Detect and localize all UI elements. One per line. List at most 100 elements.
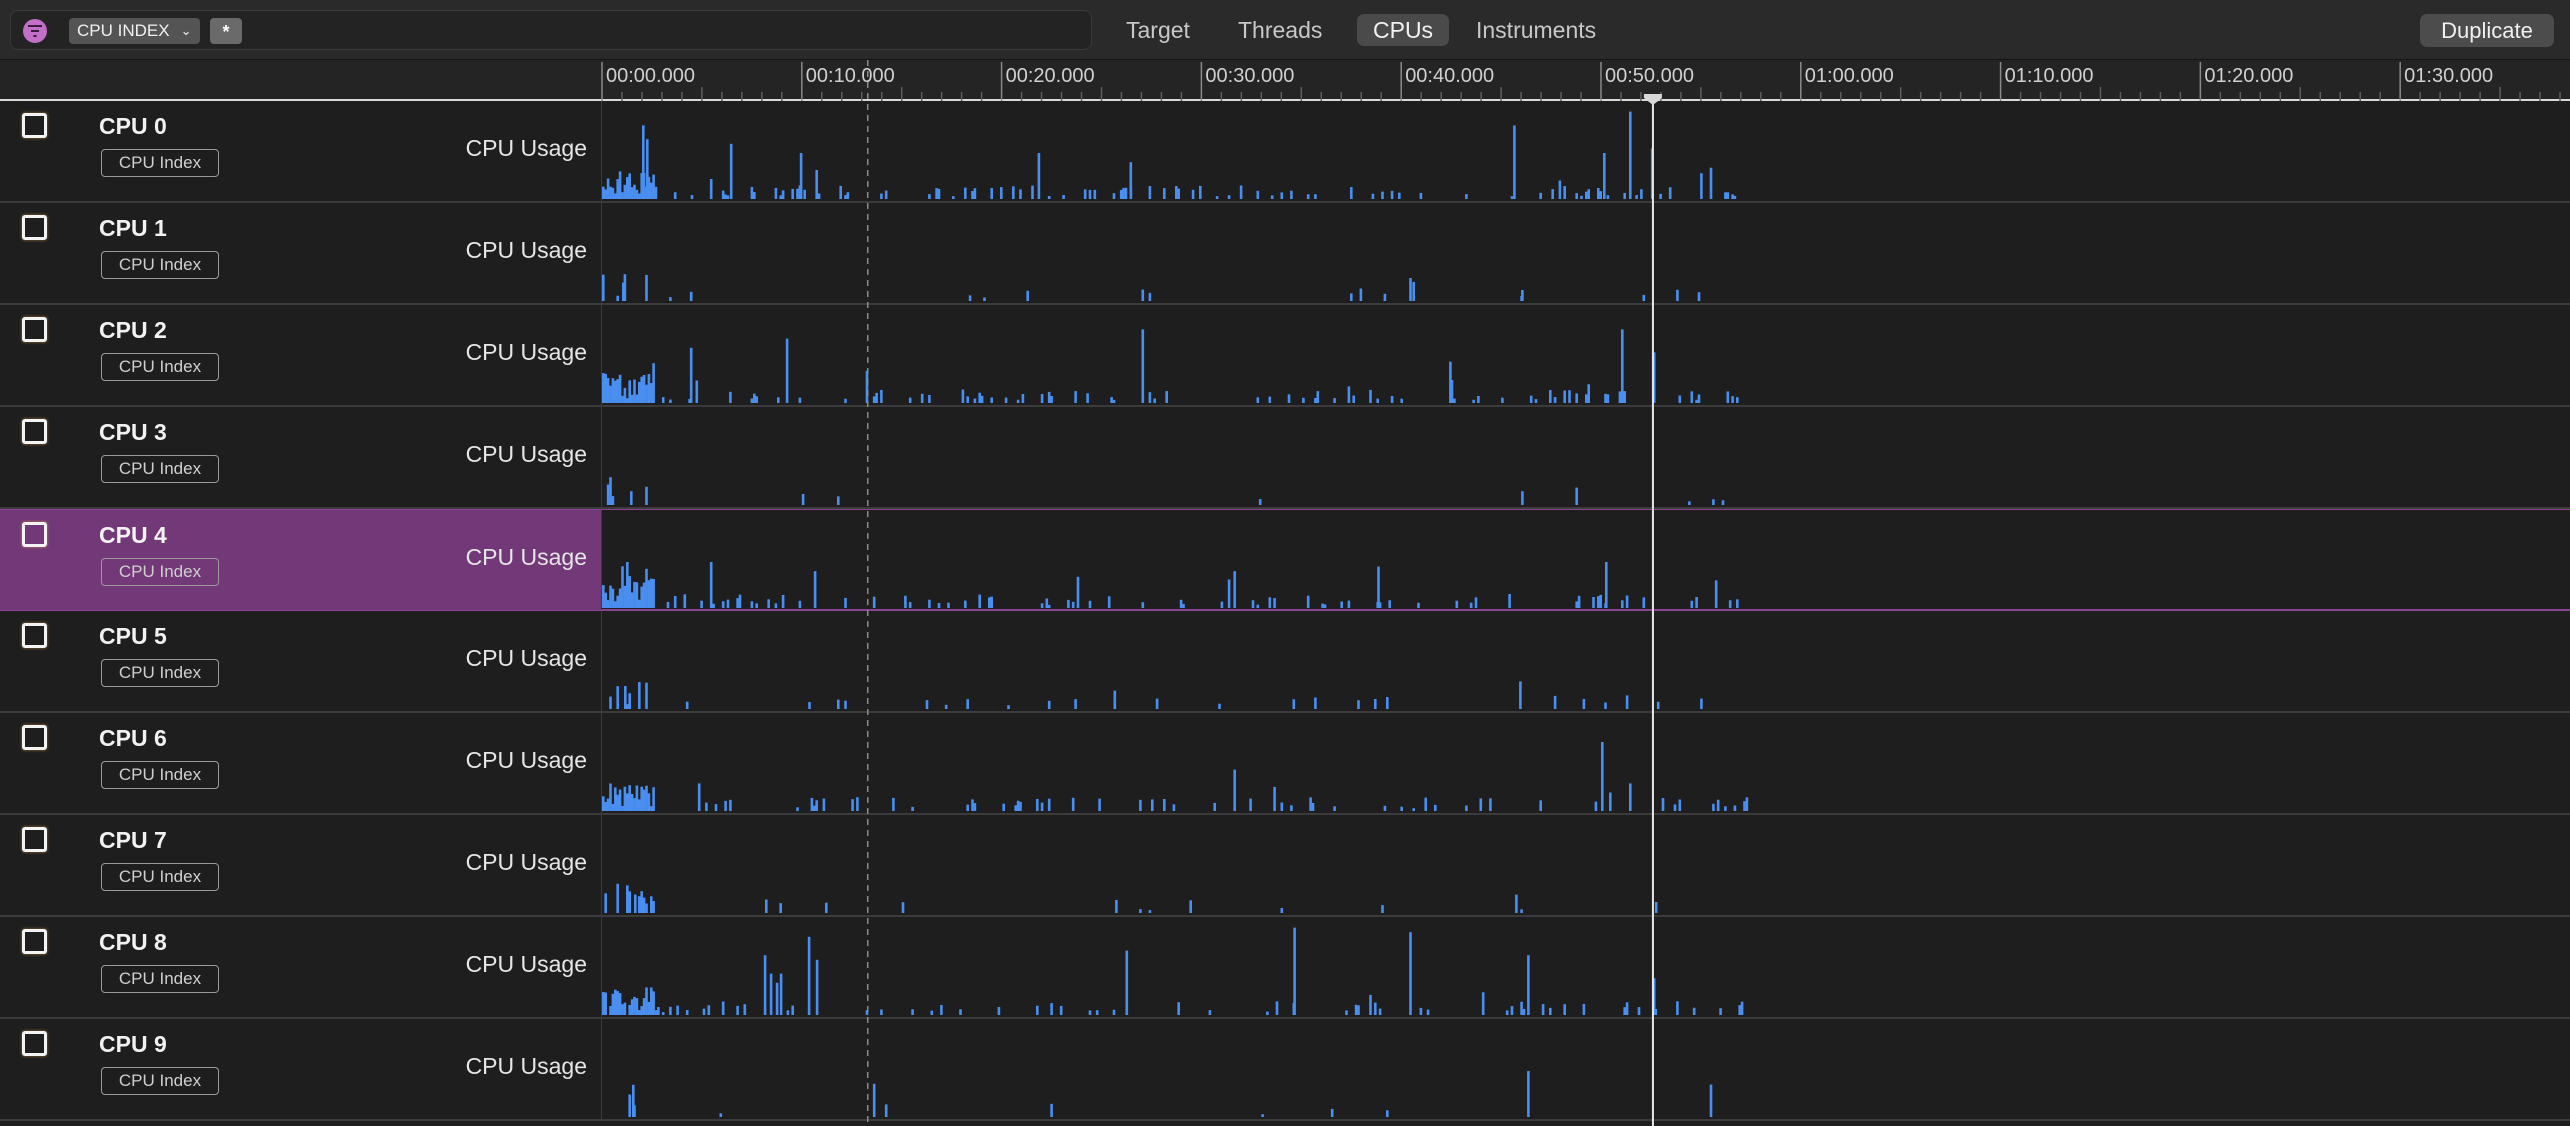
- ruler-tick-label: 00:20.000: [1006, 65, 1095, 87]
- track-checkbox[interactable]: [22, 929, 47, 954]
- usage-bar: [775, 982, 779, 1015]
- usage-bar: [825, 902, 828, 913]
- usage-bar: [1215, 196, 1219, 199]
- track-row[interactable]: CPU 8 CPU Index CPU Usage: [0, 917, 2570, 1019]
- track-label-area[interactable]: CPU 9 CPU Index CPU Usage: [0, 1019, 602, 1119]
- track-badge: CPU Index: [101, 965, 219, 993]
- track-row[interactable]: CPU 5 CPU Index CPU Usage: [0, 611, 2570, 713]
- duplicate-button[interactable]: Duplicate: [2420, 14, 2554, 47]
- track-label-area[interactable]: CPU 3 CPU Index CPU Usage: [0, 407, 602, 507]
- tab-threads[interactable]: Threads: [1222, 14, 1338, 46]
- scope-token[interactable]: CPU INDEX ⌄: [69, 18, 200, 44]
- usage-bar: [755, 396, 758, 403]
- usage-bar: [609, 186, 612, 199]
- usage-bar: [872, 596, 876, 608]
- usage-bar: [839, 185, 842, 199]
- track-checkbox[interactable]: [22, 522, 47, 547]
- track-label-area[interactable]: CPU 8 CPU Index CPU Usage: [0, 917, 602, 1017]
- track-checkbox[interactable]: [22, 827, 47, 852]
- cpu-usage-graph[interactable]: [602, 203, 2570, 303]
- usage-bar: [618, 993, 622, 1015]
- cpu-usage-graph[interactable]: [602, 101, 2570, 201]
- filter-field[interactable]: CPU INDEX ⌄ *: [10, 10, 1092, 50]
- usage-bar: [602, 796, 605, 811]
- track-row[interactable]: CPU 7 CPU Index CPU Usage: [0, 815, 2570, 917]
- usage-bar: [851, 799, 854, 811]
- usage-bar: [609, 585, 612, 608]
- track-row[interactable]: CPU 4 CPU Index CPU Usage: [0, 509, 2570, 611]
- track-badge: CPU Index: [101, 863, 219, 891]
- usage-bar: [1621, 600, 1624, 608]
- track-label-area[interactable]: CPU 1 CPU Index CPU Usage: [0, 203, 602, 303]
- usage-bar: [1383, 293, 1387, 301]
- timeline-ruler[interactable]: 00:00.000 00:10.000 00:20.000 00:30.000 00:4…: [0, 60, 2570, 101]
- track-checkbox[interactable]: [22, 113, 47, 138]
- cpu-usage-graph[interactable]: [602, 510, 2570, 610]
- usage-bar: [1047, 391, 1051, 403]
- track-row[interactable]: CPU 6 CPU Index CPU Usage: [0, 713, 2570, 815]
- track-row[interactable]: CPU 2 CPU Index CPU Usage: [0, 305, 2570, 407]
- track-label-area[interactable]: CPU 0 CPU Index CPU Usage: [0, 101, 602, 201]
- cpu-usage-graph[interactable]: [602, 917, 2570, 1017]
- usage-bar: [1678, 799, 1682, 811]
- track-checkbox[interactable]: [22, 317, 47, 342]
- usage-bar: [1359, 288, 1363, 301]
- track-checkbox[interactable]: [22, 215, 47, 240]
- track-metric-label: CPU Usage: [465, 849, 587, 875]
- usage-bar: [968, 295, 972, 301]
- usage-bar: [650, 896, 653, 913]
- tab-cpus[interactable]: CPUs: [1357, 14, 1450, 46]
- usage-bar: [1700, 173, 1703, 199]
- usage-bar: [632, 1084, 635, 1117]
- cpu-usage-graph[interactable]: [602, 407, 2570, 507]
- usage-bar: [1731, 396, 1734, 403]
- usage-bar: [618, 789, 622, 811]
- track-checkbox[interactable]: [22, 623, 47, 648]
- tab-target[interactable]: Target: [1110, 14, 1206, 46]
- track-label-area[interactable]: CPU 2 CPU Index CPU Usage: [0, 305, 602, 405]
- track-checkbox[interactable]: [22, 725, 47, 750]
- cpu-usage-graph[interactable]: [602, 1019, 2570, 1119]
- cpu-usage-graph[interactable]: [602, 713, 2570, 813]
- usage-bar: [1347, 386, 1351, 403]
- usage-bar: [1625, 595, 1629, 608]
- usage-bar: [626, 177, 629, 199]
- filter-icon[interactable]: [23, 19, 47, 43]
- usage-bar: [1040, 802, 1044, 811]
- usage-bar: [1047, 604, 1051, 608]
- usage-bar: [628, 380, 631, 403]
- usage-bar: [729, 391, 732, 403]
- track-label-area[interactable]: CPU 4 CPU Index CPU Usage: [0, 510, 602, 610]
- track-row[interactable]: CPU 0 CPU Index CPU Usage: [0, 101, 2570, 203]
- usage-bar: [844, 195, 847, 199]
- tab-instruments[interactable]: Instruments: [1460, 14, 1612, 46]
- track-row[interactable]: CPU 1 CPU Index CPU Usage: [0, 203, 2570, 305]
- cpu-usage-graph[interactable]: [602, 305, 2570, 405]
- usage-bar: [616, 883, 619, 913]
- usage-bar: [1481, 992, 1485, 1015]
- usage-bar: [1112, 1009, 1116, 1015]
- usage-bar: [880, 389, 883, 403]
- chevron-down-icon: ⌄: [180, 23, 192, 38]
- usage-bar: [1031, 185, 1034, 199]
- cpu-usage-graph[interactable]: [602, 815, 2570, 915]
- wildcard-token[interactable]: *: [210, 18, 242, 44]
- usage-bar: [769, 973, 773, 1015]
- track-label-area[interactable]: CPU 5 CPU Index CPU Usage: [0, 611, 602, 711]
- usage-bar: [1076, 576, 1080, 608]
- track-checkbox[interactable]: [22, 419, 47, 444]
- usage-bar: [817, 193, 821, 199]
- usage-bar: [652, 363, 655, 403]
- track-row[interactable]: CPU 9 CPU Index CPU Usage: [0, 1019, 2570, 1121]
- usage-bar: [1510, 1006, 1514, 1015]
- track-row[interactable]: CPU 3 CPU Index CPU Usage: [0, 407, 2570, 509]
- usage-bar: [616, 595, 619, 608]
- usage-bar: [1465, 805, 1468, 811]
- track-label-area[interactable]: CPU 7 CPU Index CPU Usage: [0, 815, 602, 915]
- cpu-usage-graph[interactable]: [602, 611, 2570, 711]
- usage-bar: [1333, 398, 1336, 403]
- track-checkbox[interactable]: [22, 1031, 47, 1056]
- usage-bar: [726, 599, 730, 608]
- track-label-area[interactable]: CPU 6 CPU Index CPU Usage: [0, 713, 602, 813]
- usage-bar: [652, 787, 655, 811]
